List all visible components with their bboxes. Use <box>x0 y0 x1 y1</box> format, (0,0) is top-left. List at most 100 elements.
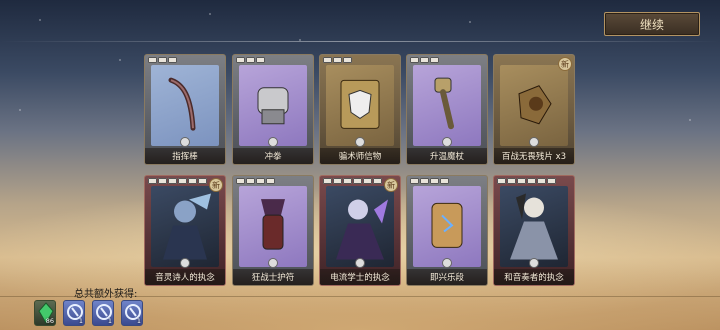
rarity-star-icon <box>517 178 526 184</box>
card-label: 音灵诗人的执念 <box>145 269 225 285</box>
rarity-star-icon <box>323 178 332 184</box>
rarity-star-icon <box>333 57 342 63</box>
rarity-star-icon <box>507 178 516 184</box>
bonus-items-row: 86 1 1 1 <box>34 300 143 326</box>
amulet-icon <box>251 195 295 259</box>
rarity-star-icon <box>420 178 429 184</box>
rarity-star-icon <box>148 178 157 184</box>
rarity-stars <box>323 57 352 63</box>
new-badge: 新 <box>384 178 398 192</box>
rarity-star-icon <box>353 178 362 184</box>
rarity-star-icon <box>343 57 352 63</box>
rarity-star-icon <box>363 178 372 184</box>
rarity-stars <box>410 57 439 63</box>
rarity-star-icon <box>168 57 177 63</box>
card-emblem-icon <box>180 137 190 147</box>
new-badge: 新 <box>558 57 572 71</box>
rarity-star-icon <box>188 178 197 184</box>
card-emblem-icon <box>355 258 365 268</box>
scroll-icon <box>424 197 470 257</box>
bonus-count: 1 <box>78 317 83 325</box>
rarity-stars <box>236 57 265 63</box>
rarity-stars <box>148 57 177 63</box>
bonus-item[interactable]: 1 <box>92 300 114 326</box>
card-label: 骗术师信物 <box>320 148 400 164</box>
card-label: 电流学士的执念 <box>320 269 400 285</box>
card-label: 和音奏者的执念 <box>494 269 574 285</box>
new-badge: 新 <box>209 178 223 192</box>
rarity-star-icon <box>256 57 265 63</box>
rarity-star-icon <box>343 178 352 184</box>
card-label: 冲拳 <box>233 148 313 164</box>
rarity-star-icon <box>246 178 255 184</box>
reward-card[interactable]: 即兴乐段 <box>406 175 488 286</box>
header-divider <box>0 41 720 42</box>
bonus-item[interactable]: 1 <box>63 300 85 326</box>
rarity-stars <box>410 178 449 184</box>
rarity-star-icon <box>410 178 419 184</box>
bonus-item[interactable]: 1 <box>121 300 143 326</box>
fragment-icon <box>509 79 559 133</box>
rarity-star-icon <box>158 57 167 63</box>
rarity-star-icon <box>410 57 419 63</box>
reward-card[interactable]: 新音灵诗人的执念 <box>144 175 226 286</box>
continue-button[interactable]: 继续 <box>604 12 700 36</box>
reward-card[interactable]: 狂战士护符 <box>232 175 314 286</box>
rarity-star-icon <box>168 178 177 184</box>
rarity-star-icon <box>266 178 275 184</box>
rarity-stars <box>497 178 556 184</box>
rarity-star-icon <box>333 178 342 184</box>
rarity-star-icon <box>547 178 556 184</box>
reward-card-grid: 指挥棒 冲拳 骗术师信物 升温魔杖新百战无畏残片 x3 新音灵诗人的执念 狂战士护符新电流… <box>144 54 580 291</box>
reward-card[interactable]: 指挥棒 <box>144 54 226 165</box>
rarity-star-icon <box>373 178 382 184</box>
card-emblem-icon <box>268 258 278 268</box>
card-label: 百战无畏残片 x3 <box>494 148 574 164</box>
rarity-star-icon <box>420 57 429 63</box>
rarity-star-icon <box>323 57 332 63</box>
mask-book-icon <box>335 76 385 136</box>
rarity-star-icon <box>148 57 157 63</box>
poet-portrait-icon <box>153 189 217 263</box>
card-emblem-icon <box>529 137 539 147</box>
card-label: 指挥棒 <box>145 148 225 164</box>
card-label: 狂战士护符 <box>233 269 313 285</box>
card-emblem-icon <box>529 258 539 268</box>
rarity-star-icon <box>236 178 245 184</box>
rarity-stars <box>323 178 382 184</box>
card-emblem-icon <box>180 258 190 268</box>
card-emblem-icon <box>442 258 452 268</box>
harmonist-portrait-icon <box>502 189 566 263</box>
card-emblem-icon <box>355 137 365 147</box>
reward-card[interactable]: 和音奏者的执念 <box>493 175 575 286</box>
rarity-star-icon <box>440 178 449 184</box>
rarity-star-icon <box>256 178 265 184</box>
bonus-label: 总共额外获得: <box>74 289 138 300</box>
card-emblem-icon <box>268 137 278 147</box>
reward-card[interactable]: 新百战无畏残片 x3 <box>493 54 575 165</box>
bonus-count: 86 <box>45 317 54 325</box>
rarity-stars <box>236 178 275 184</box>
reward-card[interactable]: 冲拳 <box>232 54 314 165</box>
reward-card[interactable]: 新电流学士的执念 <box>319 175 401 286</box>
rarity-stars <box>148 178 207 184</box>
rarity-star-icon <box>430 57 439 63</box>
reward-card[interactable]: 骗术师信物 <box>319 54 401 165</box>
bonus-count: 1 <box>136 317 141 325</box>
rarity-star-icon <box>178 178 187 184</box>
rarity-star-icon <box>246 57 255 63</box>
reward-card[interactable]: 升温魔杖 <box>406 54 488 165</box>
card-emblem-icon <box>442 137 452 147</box>
gauntlet-icon <box>248 79 298 133</box>
rarity-star-icon <box>158 178 167 184</box>
rarity-star-icon <box>527 178 536 184</box>
rarity-star-icon <box>198 178 207 184</box>
rarity-star-icon <box>497 178 506 184</box>
baton-icon <box>163 74 207 138</box>
wand-icon <box>425 74 469 138</box>
card-label: 升温魔杖 <box>407 148 487 164</box>
scholar-portrait-icon <box>328 189 392 263</box>
bonus-item[interactable]: 86 <box>34 300 56 326</box>
card-label: 即兴乐段 <box>407 269 487 285</box>
rarity-star-icon <box>430 178 439 184</box>
